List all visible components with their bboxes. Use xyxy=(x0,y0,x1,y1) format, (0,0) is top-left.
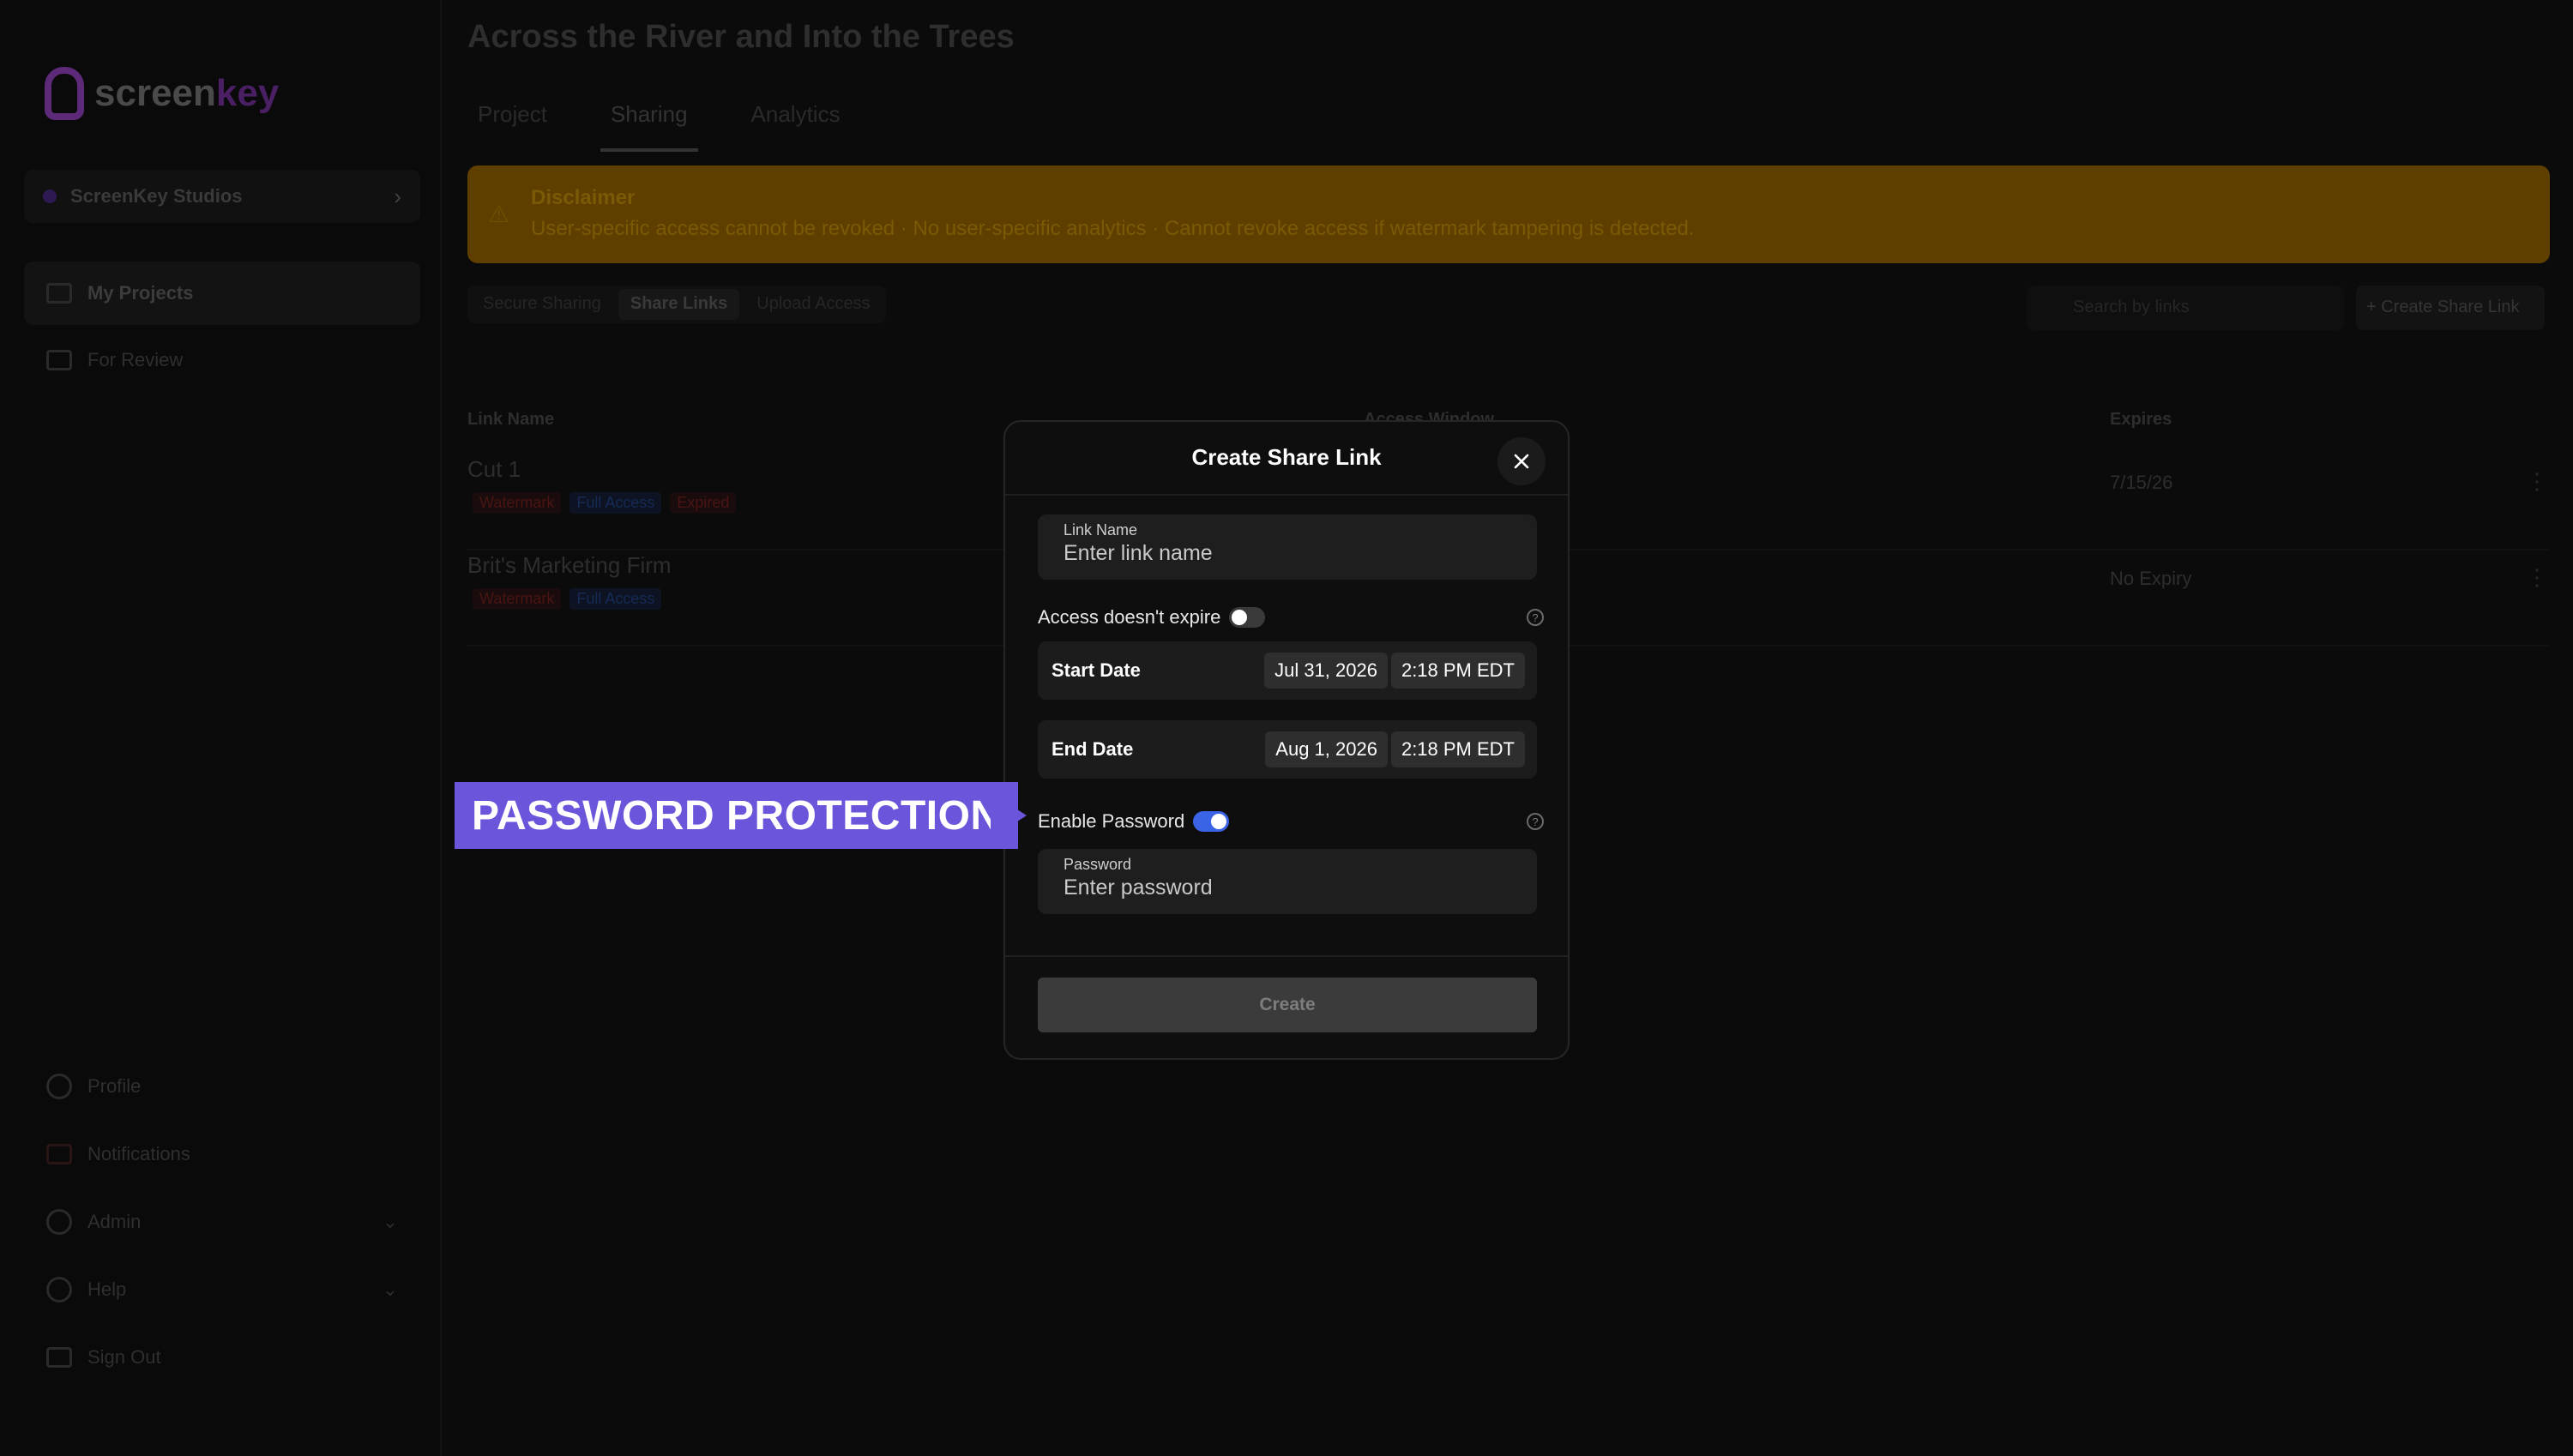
footer-divider xyxy=(1005,955,1568,957)
banner-text: User-specific access cannot be revoked ·… xyxy=(531,217,1695,240)
org-name: ScreenKey Studios xyxy=(70,185,243,207)
bell-icon xyxy=(46,1144,72,1164)
tab-bar: Project Sharing Analytics xyxy=(467,94,894,152)
expires-value: 7/15/26 xyxy=(2110,472,2173,493)
segment-secure-sharing[interactable]: Secure Sharing xyxy=(471,289,613,320)
sidebar-item-profile[interactable]: Profile xyxy=(24,1055,420,1118)
segment-share-links[interactable]: Share Links xyxy=(618,289,740,320)
tag-badge: Watermark xyxy=(473,588,562,610)
tag-badge: Full Access xyxy=(569,492,662,514)
modal-title: Create Share Link xyxy=(1191,444,1382,470)
logo-wordmark: screenkey xyxy=(94,72,280,114)
callout-arrow xyxy=(991,792,1027,839)
start-date-row: Start Date Jul 31, 2026 2:18 PM EDT xyxy=(1038,641,1537,700)
chevron-down-icon: ⌄ xyxy=(382,1279,398,1300)
enable-password-row: Enable Password ? xyxy=(1038,804,1544,839)
sidebar-item-admin[interactable]: Admin ⌄ xyxy=(24,1190,420,1254)
create-share-link-button[interactable]: + Create Share Link xyxy=(2356,286,2545,330)
org-switcher[interactable]: ScreenKey Studios › xyxy=(24,170,420,223)
link-name-input[interactable] xyxy=(1064,541,1511,566)
page-title: Across the River and Into the Trees xyxy=(467,19,1015,55)
org-avatar xyxy=(43,190,57,203)
sidebar-item-label: For Review xyxy=(87,349,184,370)
info-icon[interactable]: ? xyxy=(1527,609,1544,626)
toggle-knob xyxy=(1232,610,1248,625)
sidebar: screenkey ScreenKey Studios › My Project… xyxy=(0,0,442,1456)
review-icon xyxy=(46,350,72,370)
logo: screenkey xyxy=(45,67,279,120)
password-input[interactable] xyxy=(1064,875,1511,900)
end-date-label: End Date xyxy=(1051,738,1134,760)
chevron-down-icon: ⌄ xyxy=(382,1211,398,1232)
segment-upload-access[interactable]: Upload Access xyxy=(744,289,882,320)
password-protection-callout: PASSWORD PROTECTION xyxy=(455,782,1018,849)
lock-logo-icon xyxy=(45,67,84,120)
link-tags: Watermark Full Access xyxy=(473,588,662,610)
column-header-link-name: Link Name xyxy=(467,410,555,429)
link-name: Cut 1 xyxy=(467,456,521,482)
link-name-label: Link Name xyxy=(1064,521,1138,538)
password-label: Password xyxy=(1064,856,1132,873)
tab-sharing[interactable]: Sharing xyxy=(600,94,698,152)
sidebar-item-help[interactable]: Help ⌄ xyxy=(24,1258,420,1321)
no-expire-label: Access doesn't expire xyxy=(1038,606,1221,628)
sidebar-item-notifications[interactable]: Notifications xyxy=(24,1122,420,1186)
warning-icon: ⚠ xyxy=(488,201,510,227)
help-icon xyxy=(46,1277,72,1303)
close-button[interactable] xyxy=(1497,437,1546,485)
sidebar-item-label: Help xyxy=(87,1279,127,1300)
tag-badge: Expired xyxy=(670,492,737,514)
column-header-expires: Expires xyxy=(2110,410,2172,429)
start-time-picker[interactable]: 2:18 PM EDT xyxy=(1390,653,1525,689)
sidebar-item-label: My Projects xyxy=(87,282,194,304)
password-field[interactable]: Password xyxy=(1038,849,1537,914)
search-input[interactable]: Search by links xyxy=(2027,286,2344,330)
no-expire-row: Access doesn't expire ? xyxy=(1038,600,1544,635)
end-date-picker[interactable]: Aug 1, 2026 xyxy=(1265,731,1388,767)
modal-header: Create Share Link xyxy=(1005,422,1568,496)
sidebar-item-label: Profile xyxy=(87,1075,142,1097)
tab-analytics[interactable]: Analytics xyxy=(741,94,851,152)
start-date-picker[interactable]: Jul 31, 2026 xyxy=(1264,653,1388,689)
start-date-label: Start Date xyxy=(1051,659,1141,681)
expires-value: No Expiry xyxy=(2110,568,2192,589)
sidebar-item-label: Sign Out xyxy=(87,1346,161,1368)
close-icon xyxy=(1514,454,1529,469)
folder-icon xyxy=(46,283,72,304)
link-name: Brit's Marketing Firm xyxy=(467,552,672,578)
link-name-field[interactable]: Link Name xyxy=(1038,514,1537,580)
user-icon xyxy=(46,1074,72,1099)
more-options-icon[interactable]: ⋮ xyxy=(2526,564,2548,591)
sidebar-item-my-projects[interactable]: My Projects xyxy=(24,262,420,325)
banner-title: Disclaimer xyxy=(531,186,636,209)
sidebar-item-for-review[interactable]: For Review xyxy=(24,328,420,392)
sidebar-item-label: Notifications xyxy=(87,1143,190,1164)
no-expire-toggle[interactable] xyxy=(1229,607,1266,628)
disclaimer-banner: ⚠ Disclaimer User-specific access cannot… xyxy=(467,165,2550,263)
enable-password-toggle[interactable] xyxy=(1193,811,1230,832)
tab-project[interactable]: Project xyxy=(467,94,557,152)
chevron-right-icon: › xyxy=(394,183,401,209)
enable-password-label: Enable Password xyxy=(1038,810,1185,832)
sidebar-item-sign-out[interactable]: Sign Out xyxy=(24,1326,420,1389)
sidebar-item-label: Admin xyxy=(87,1211,142,1232)
sign-out-icon xyxy=(46,1347,72,1368)
sharing-mode-segments: Secure Sharing Share Links Upload Access xyxy=(467,286,886,323)
toggle-knob xyxy=(1211,814,1227,829)
create-button[interactable]: Create xyxy=(1038,978,1537,1032)
end-date-row: End Date Aug 1, 2026 2:18 PM EDT xyxy=(1038,720,1537,779)
tag-badge: Full Access xyxy=(569,588,662,610)
create-share-link-modal: Create Share Link Link Name Access doesn… xyxy=(1003,420,1570,1060)
more-options-icon[interactable]: ⋮ xyxy=(2526,468,2548,495)
link-tags: Watermark Full Access Expired xyxy=(473,492,737,514)
admin-icon xyxy=(46,1209,72,1235)
info-icon[interactable]: ? xyxy=(1527,813,1544,830)
tag-badge: Watermark xyxy=(473,492,562,514)
end-time-picker[interactable]: 2:18 PM EDT xyxy=(1390,731,1525,767)
